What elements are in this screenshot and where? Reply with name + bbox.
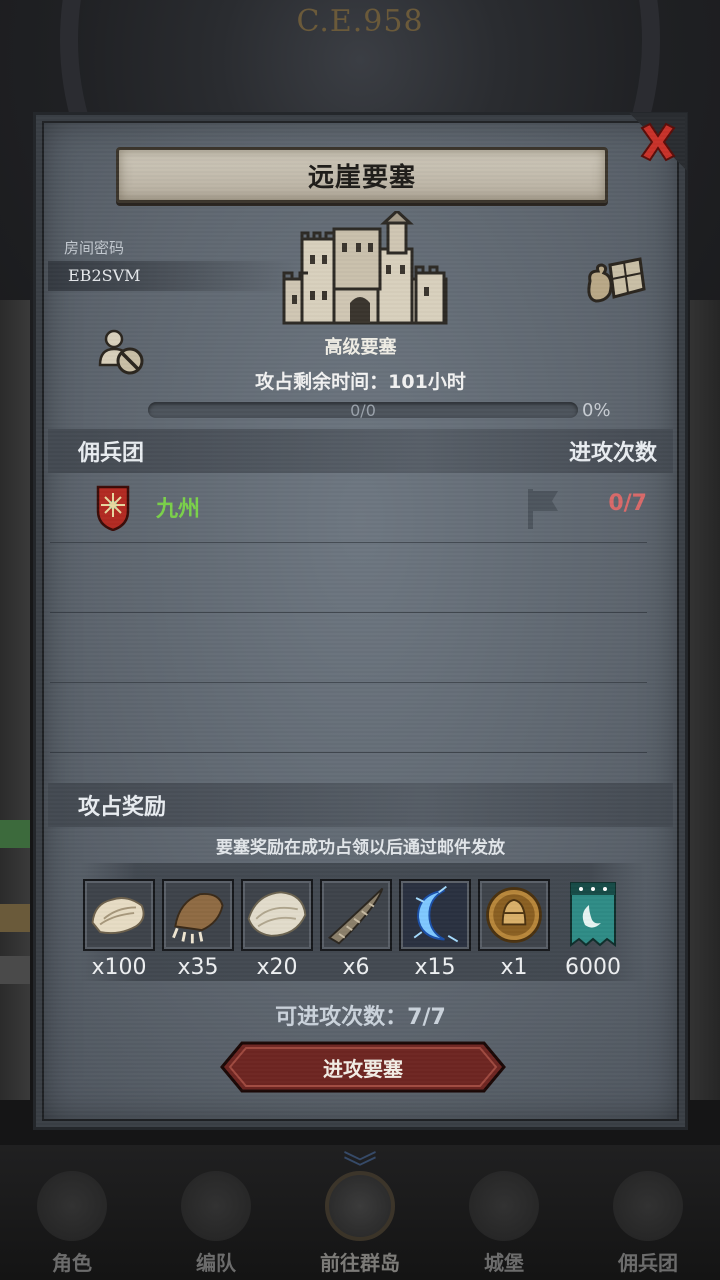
reward-qty: 6000 bbox=[565, 955, 621, 980]
reward-item[interactable]: 6000 bbox=[557, 879, 629, 980]
room-code-label: 房间密码 bbox=[64, 239, 125, 257]
reward-item[interactable]: x100 bbox=[83, 879, 155, 980]
left-side-tag bbox=[0, 820, 30, 848]
empty-guild-row bbox=[50, 543, 647, 613]
blue-crescent-rune-icon bbox=[399, 879, 471, 951]
reward-qty: x15 bbox=[414, 955, 456, 980]
reward-item[interactable]: x15 bbox=[399, 879, 471, 980]
attack-count-header-label: 进攻次数 bbox=[568, 441, 657, 466]
horn-icon bbox=[320, 879, 392, 951]
left-side-tag bbox=[0, 904, 30, 932]
nav-label: 城堡 bbox=[484, 1251, 524, 1275]
rewards-section-header: 攻占奖励 bbox=[48, 783, 673, 827]
nav-item-formation[interactable]: 编队 bbox=[151, 1156, 281, 1276]
nav-label: 佣兵团 bbox=[618, 1251, 678, 1275]
character-icon bbox=[37, 1171, 107, 1241]
reward-qty: x20 bbox=[256, 955, 298, 980]
nav-item-character[interactable]: 角色 bbox=[7, 1156, 137, 1276]
attack-fortress-button[interactable]: 进攻要塞 bbox=[220, 1041, 506, 1093]
attacks-available: 可进攻次数：7/7 bbox=[275, 1005, 446, 1030]
reward-qty: x100 bbox=[91, 955, 147, 980]
attack-button-label: 进攻要塞 bbox=[323, 1057, 403, 1081]
knight-helmet-coin-icon bbox=[478, 879, 550, 951]
reward-item[interactable]: x20 bbox=[241, 879, 313, 980]
guild-row[interactable]: 九州 0/7 bbox=[50, 473, 647, 543]
castle-icon bbox=[469, 1171, 539, 1241]
guild-banner-icon bbox=[557, 879, 629, 951]
scale-hide-icon bbox=[241, 879, 313, 951]
title-banner: 远崖要塞 bbox=[116, 147, 608, 203]
left-side-tag bbox=[0, 956, 30, 984]
guild-attack-count: 0/7 bbox=[608, 491, 647, 516]
bottom-nav: 角色 编队 ︾ 前往群岛 城堡 佣兵团 bbox=[0, 1145, 720, 1280]
era-label: C.E.958 bbox=[296, 4, 424, 39]
knight-helmet-icon bbox=[181, 1171, 251, 1241]
nav-item-mercenary[interactable]: 佣兵团 bbox=[583, 1156, 713, 1276]
nav-label: 编队 bbox=[196, 1251, 236, 1275]
reward-item[interactable]: x1 bbox=[478, 879, 550, 980]
mercenary-header-label: 佣兵团 bbox=[78, 441, 145, 466]
reward-qty: x1 bbox=[500, 955, 528, 980]
room-code-value[interactable]: EB2SVM bbox=[68, 266, 141, 285]
nav-item-castle[interactable]: 城堡 bbox=[439, 1156, 569, 1276]
close-x-icon bbox=[640, 122, 676, 162]
nav-label: 角色 bbox=[52, 1251, 92, 1275]
reward-item[interactable]: x6 bbox=[320, 879, 392, 980]
reward-note: 要塞奖励在成功占领以后通过邮件发放 bbox=[216, 838, 505, 858]
right-side-panel bbox=[690, 300, 720, 1100]
flag-icon bbox=[528, 489, 558, 529]
nav-item-islands[interactable]: ︾ 前往群岛 bbox=[295, 1152, 425, 1276]
left-side-panel bbox=[0, 300, 30, 1100]
guild-name: 九州 bbox=[156, 497, 201, 522]
castle-icon bbox=[282, 211, 448, 325]
reward-qty: x35 bbox=[177, 955, 219, 980]
progress-text: 0/0 bbox=[350, 401, 376, 420]
nav-label: 前往群岛 bbox=[320, 1251, 400, 1275]
supply-bag-crate-icon[interactable] bbox=[584, 255, 646, 303]
progress-percent: 0% bbox=[582, 400, 611, 421]
fur-pelt-icon bbox=[83, 879, 155, 951]
dialog-title: 远崖要塞 bbox=[307, 162, 416, 193]
globe-compass-icon bbox=[325, 1171, 395, 1241]
person-forbidden-icon[interactable] bbox=[98, 327, 146, 377]
empty-guild-row bbox=[50, 683, 647, 753]
rewards-header-label: 攻占奖励 bbox=[78, 795, 167, 820]
mercenary-ship-icon bbox=[613, 1171, 683, 1241]
empty-guild-row bbox=[50, 613, 647, 683]
close-button[interactable] bbox=[629, 113, 687, 171]
reward-qty: x6 bbox=[342, 955, 370, 980]
reward-item[interactable]: x35 bbox=[162, 879, 234, 980]
guild-shield-icon bbox=[96, 485, 130, 531]
fortress-dialog: 远崖要塞 房间密码 EB2SVM 高级要塞 攻占剩余时间：101小时 0/0 0… bbox=[33, 112, 688, 1130]
beast-claw-icon bbox=[162, 879, 234, 951]
mercenary-section-header: 佣兵团 进攻次数 bbox=[48, 429, 673, 473]
